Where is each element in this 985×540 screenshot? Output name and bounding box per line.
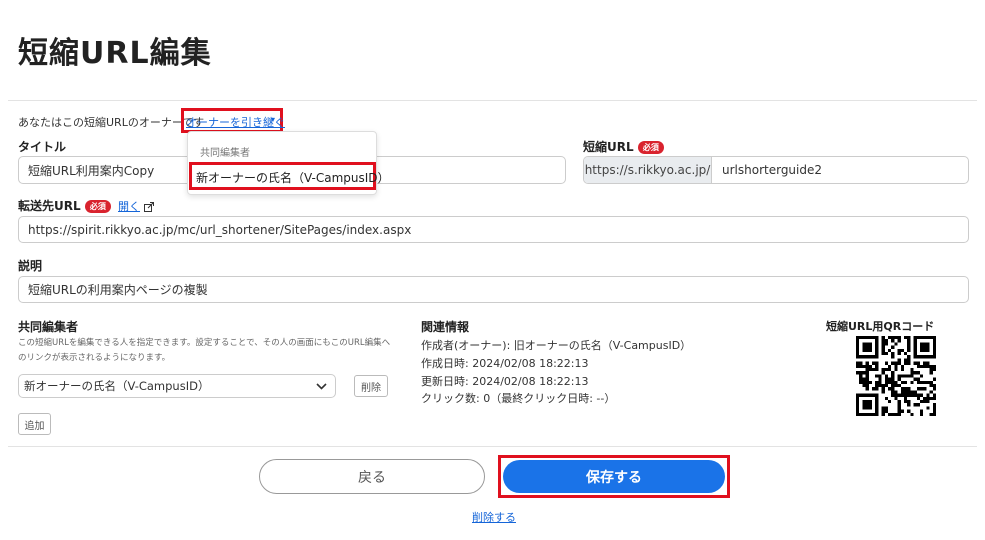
new-owner-option[interactable]: 新オーナーの氏名（V-CampusID）: [196, 169, 390, 186]
save-button[interactable]: 保存する: [503, 460, 725, 493]
remove-co-editor-button[interactable]: 削除: [354, 375, 388, 397]
qr-label: 短縮URL用QRコード: [826, 320, 935, 333]
page-title: 短縮URL編集: [18, 36, 212, 71]
owner-status-text: あなたはこの短縮URLのオーナーです: [18, 116, 205, 129]
forward-url-label-text: 転送先URL: [18, 199, 81, 213]
forward-url-input[interactable]: https://spirit.rikkyo.ac.jp/mc/url_short…: [18, 216, 969, 243]
short-url-label: 短縮URL 必須: [583, 138, 664, 155]
chevron-down-icon: ▾: [271, 115, 276, 124]
created-date: 作成日時: 2024/02/08 18:22:13: [421, 357, 589, 370]
add-co-editor-button[interactable]: 追加: [18, 413, 51, 435]
short-url-prefix: https://s.rikkyo.ac.jp/: [584, 157, 712, 183]
required-badge: 必須: [637, 141, 664, 154]
co-editors-label: 共同編集者: [18, 320, 79, 334]
co-editors-help-line2: のリンクが表示されるようになります。: [18, 353, 171, 363]
co-editors-help: この短縮URLを編集できる人を指定できます。設定することで、その人の画面にもこの…: [18, 336, 413, 366]
header-divider: [8, 100, 977, 101]
forward-url-label: 転送先URL 必須 開く: [18, 197, 155, 214]
external-link-icon[interactable]: [144, 201, 155, 212]
title-label: タイトル: [18, 140, 67, 154]
qr-code-image: [856, 336, 936, 416]
footer-divider: [8, 446, 977, 447]
creator-info: 作成者(オーナー): 旧オーナーの氏名（V-CampusID）: [421, 339, 692, 352]
required-badge: 必須: [84, 200, 111, 213]
chevron-down-icon: [316, 382, 327, 390]
related-info-label: 関連情報: [421, 320, 470, 334]
co-editor-select[interactable]: 新オーナーの氏名（V-CampusID）: [18, 374, 336, 398]
short-url-label-text: 短縮URL: [583, 140, 634, 154]
short-url-field: https://s.rikkyo.ac.jp/ urlshorterguide2: [583, 156, 969, 184]
back-button[interactable]: 戻る: [259, 459, 485, 494]
short-url-input[interactable]: urlshorterguide2: [712, 157, 968, 183]
click-count: クリック数: 0（最終クリック日時: --）: [421, 392, 616, 405]
delete-link[interactable]: 削除する: [472, 509, 516, 525]
open-link[interactable]: 開く: [118, 200, 140, 213]
description-label: 説明: [18, 259, 43, 273]
updated-date: 更新日時: 2024/02/08 18:22:13: [421, 375, 589, 388]
menu-header: 共同編集者: [200, 148, 250, 159]
co-editor-select-value: 新オーナーの氏名（V-CampusID）: [24, 379, 210, 393]
description-input[interactable]: 短縮URLの利用案内ページの複製: [18, 276, 969, 303]
co-editors-help-line1: この短縮URLを編集できる人を指定できます。設定することで、その人の画面にもこの…: [18, 338, 391, 348]
